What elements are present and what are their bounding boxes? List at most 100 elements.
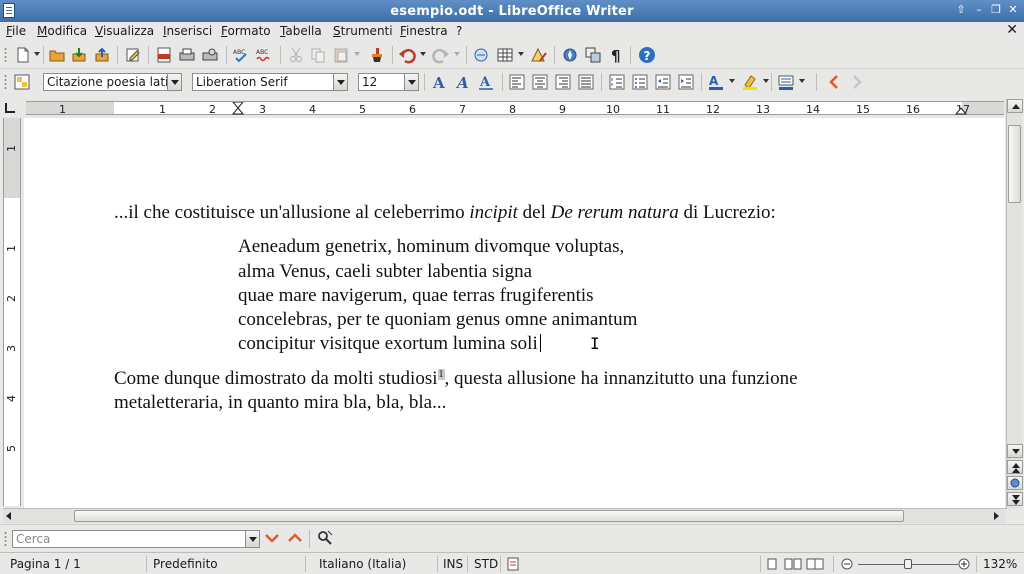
- print-icon[interactable]: [178, 46, 196, 64]
- bullets-icon[interactable]: [631, 73, 649, 91]
- new-dropdown-icon[interactable]: [34, 52, 40, 56]
- navigator-icon[interactable]: [561, 46, 579, 64]
- bold-icon[interactable]: A: [430, 73, 448, 91]
- align-center-icon[interactable]: [531, 73, 549, 91]
- cut-icon[interactable]: [287, 46, 305, 64]
- font-color-dropdown-icon[interactable]: [729, 79, 735, 83]
- table-icon[interactable]: [496, 46, 514, 64]
- toolbar-grip[interactable]: [4, 47, 7, 63]
- navigation-button[interactable]: [1007, 476, 1023, 490]
- autospellcheck-icon[interactable]: ABC: [255, 46, 273, 64]
- clone-formatting-icon[interactable]: [368, 46, 386, 64]
- background-color-icon[interactable]: [777, 73, 795, 91]
- menu-file[interactable]: File: [6, 24, 26, 38]
- toolbar-grip[interactable]: [4, 74, 7, 90]
- find-replace-icon[interactable]: [316, 529, 334, 547]
- edit-mode-icon[interactable]: [124, 46, 142, 64]
- export-icon[interactable]: [93, 46, 111, 64]
- chevron-down-icon[interactable]: [333, 74, 347, 90]
- scroll-right-button[interactable]: [989, 510, 1003, 523]
- paste-icon[interactable]: [332, 46, 350, 64]
- next-arrow-icon[interactable]: [848, 73, 866, 91]
- poem-line[interactable]: Aeneadum genetrix, hominum divomque volu…: [238, 236, 624, 258]
- help-icon[interactable]: ?: [638, 46, 656, 64]
- zoom-in-icon[interactable]: [958, 558, 970, 573]
- draw-functions-icon[interactable]: [530, 46, 548, 64]
- footnote-anchor[interactable]: 1: [437, 368, 445, 380]
- previous-arrow-icon[interactable]: [825, 73, 843, 91]
- window-up-button[interactable]: ⇧: [953, 2, 969, 18]
- previous-page-button[interactable]: [1007, 460, 1023, 474]
- horizontal-scrollbar[interactable]: [3, 508, 1006, 523]
- right-indent-marker-icon[interactable]: [955, 102, 967, 115]
- underline-icon[interactable]: A: [477, 73, 495, 91]
- zoom-level[interactable]: 132%: [983, 557, 1017, 571]
- chevron-down-icon[interactable]: [167, 74, 181, 90]
- menu-inserisci[interactable]: Inserisci: [163, 24, 212, 38]
- redo-icon[interactable]: [432, 46, 450, 64]
- align-left-icon[interactable]: [508, 73, 526, 91]
- horizontal-scroll-thumb[interactable]: [74, 510, 904, 522]
- chevron-down-icon[interactable]: [404, 74, 418, 90]
- copy-icon[interactable]: [309, 46, 327, 64]
- redo-dropdown-icon[interactable]: [454, 52, 460, 56]
- export-pdf-icon[interactable]: [155, 46, 173, 64]
- font-name-combo[interactable]: Liberation Serif: [192, 73, 348, 91]
- chevron-down-icon[interactable]: [245, 531, 259, 547]
- print-preview-icon[interactable]: [201, 46, 219, 64]
- italic-icon[interactable]: A: [454, 73, 472, 91]
- background-color-dropdown-icon[interactable]: [799, 79, 805, 83]
- poem-line[interactable]: concipitur visitque exortum lumina soli: [238, 333, 541, 355]
- paste-dropdown-icon[interactable]: [354, 52, 360, 56]
- save-icon[interactable]: [70, 46, 88, 64]
- scroll-down-button[interactable]: [1007, 444, 1023, 458]
- book-view-icon[interactable]: [806, 558, 824, 573]
- poem-line[interactable]: quae mare navigerum, quae terras frugife…: [238, 285, 594, 307]
- font-size-combo[interactable]: 12: [358, 73, 419, 91]
- undo-dropdown-icon[interactable]: [420, 52, 426, 56]
- zoom-slider-knob[interactable]: [904, 559, 912, 569]
- vertical-scrollbar[interactable]: [1006, 99, 1023, 509]
- multi-page-view-icon[interactable]: [784, 558, 802, 573]
- indent-marker-icon[interactable]: [232, 102, 244, 115]
- find-previous-icon[interactable]: [286, 529, 304, 547]
- page-style[interactable]: Predefinito: [153, 557, 218, 571]
- close-document-icon[interactable]: ✕: [1006, 22, 1018, 38]
- numbering-icon[interactable]: [608, 73, 626, 91]
- new-document-icon[interactable]: [14, 46, 32, 64]
- window-maximize-button[interactable]: ❐: [988, 2, 1004, 18]
- styles-formatting-icon[interactable]: [13, 73, 31, 91]
- poem-line[interactable]: alma Venus, caeli subter labentia signa: [238, 261, 532, 283]
- justify-icon[interactable]: [577, 73, 595, 91]
- menu-tabella[interactable]: Tabella: [280, 24, 322, 38]
- menu-finestra[interactable]: Finestra: [400, 24, 448, 38]
- gallery-icon[interactable]: [584, 46, 602, 64]
- window-close-button[interactable]: ✕: [1005, 2, 1021, 18]
- single-page-view-icon[interactable]: [766, 558, 778, 573]
- hyperlink-icon[interactable]: [472, 46, 490, 64]
- paragraph-body-line[interactable]: Come dunque dimostrato da molti studiosi…: [114, 368, 798, 390]
- formatting-marks-icon[interactable]: ¶: [607, 46, 625, 64]
- table-dropdown-icon[interactable]: [518, 52, 524, 56]
- spellcheck-icon[interactable]: ABC: [232, 46, 250, 64]
- font-color-icon[interactable]: A: [707, 73, 725, 91]
- menu-formato[interactable]: Formato: [221, 24, 271, 38]
- insert-mode-indicator[interactable]: INS: [443, 557, 463, 571]
- document-modified-icon[interactable]: [507, 557, 519, 574]
- find-next-icon[interactable]: [263, 529, 281, 547]
- menu-visualizza[interactable]: Visualizza: [95, 24, 154, 38]
- undo-icon[interactable]: [398, 46, 416, 64]
- highlighting-icon[interactable]: [741, 73, 759, 91]
- decrease-indent-icon[interactable]: [654, 73, 672, 91]
- open-folder-icon[interactable]: [48, 46, 66, 64]
- tab-stop-selector-icon[interactable]: [5, 103, 15, 113]
- menu-strumenti[interactable]: Strumenti: [333, 24, 393, 38]
- paragraph-style-combo[interactable]: Citazione poesia latin: [43, 73, 182, 91]
- horizontal-ruler[interactable]: 1 1 2 3 4 5 6 7 8 9 10 11 12 13 14 15 16…: [0, 99, 1024, 117]
- menu-modifica[interactable]: Modifica: [37, 24, 87, 38]
- vertical-scroll-thumb[interactable]: [1008, 125, 1021, 203]
- scroll-up-button[interactable]: [1007, 99, 1023, 113]
- highlighting-dropdown-icon[interactable]: [763, 79, 769, 83]
- menu-help[interactable]: ?: [456, 24, 462, 38]
- align-right-icon[interactable]: [554, 73, 572, 91]
